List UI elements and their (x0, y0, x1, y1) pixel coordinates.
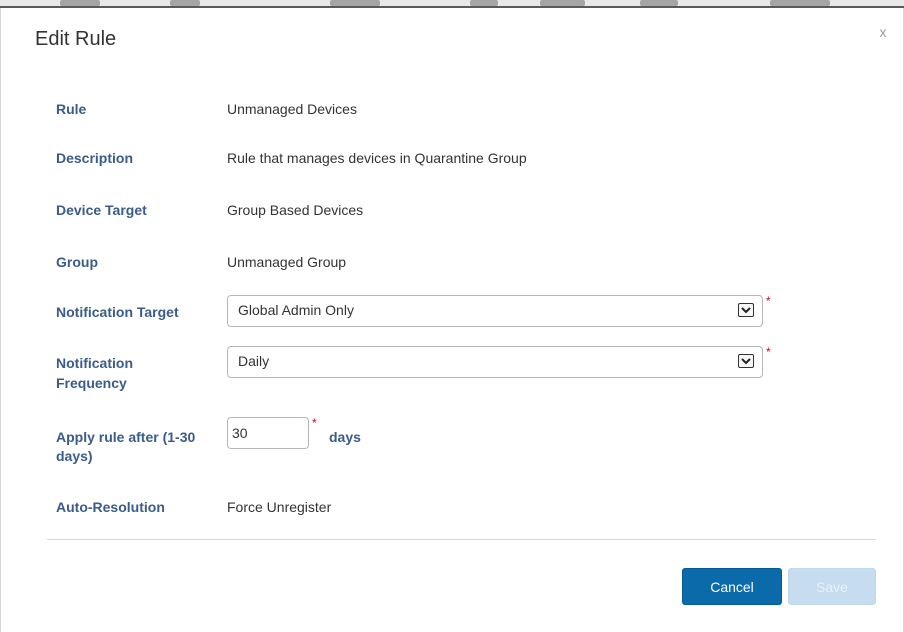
auto-resolution-label: Auto-Resolution (56, 499, 165, 515)
save-button[interactable]: Save (788, 568, 876, 605)
chevron-down-icon[interactable] (738, 303, 754, 317)
notification-target-selected: Global Admin Only (238, 302, 354, 318)
page: Edit Rule x Rule Unmanaged Devices Descr… (0, 0, 904, 632)
required-marker: * (766, 294, 771, 308)
group-label: Group (56, 254, 98, 270)
device-target-label: Device Target (56, 202, 147, 218)
footer-divider (47, 539, 876, 540)
description-value: Rule that manages devices in Quarantine … (227, 150, 527, 166)
dialog-title: Edit Rule (35, 28, 117, 50)
required-marker: * (766, 345, 771, 359)
group-value: Unmanaged Group (227, 254, 347, 270)
device-target-value: Group Based Devices (227, 202, 364, 218)
notification-frequency-label-line2: Frequency (56, 375, 127, 391)
notification-frequency-selected: Daily (238, 353, 270, 369)
rule-value: Unmanaged Devices (227, 101, 357, 117)
notification-target-select[interactable]: Global Admin Only (227, 295, 763, 327)
days-unit-label: days (329, 429, 361, 445)
chevron-down-icon[interactable] (738, 354, 754, 368)
edit-rule-dialog: Edit Rule x Rule Unmanaged Devices Descr… (0, 8, 904, 632)
auto-resolution-value: Force Unregister (227, 499, 332, 515)
apply-rule-after-label-line2: days) (56, 448, 93, 464)
description-label: Description (56, 150, 134, 166)
apply-rule-days-input[interactable] (227, 417, 309, 449)
close-icon[interactable]: x (876, 24, 890, 40)
rule-label: Rule (56, 101, 87, 117)
notification-target-label: Notification Target (56, 304, 179, 320)
notification-frequency-select[interactable]: Daily (227, 346, 763, 378)
background-page-strip (0, 0, 904, 8)
cancel-button[interactable]: Cancel (682, 568, 782, 605)
notification-frequency-label-line1: Notification (56, 355, 133, 371)
apply-rule-after-label-line1: Apply rule after (1-30 (56, 429, 196, 445)
required-marker: * (312, 416, 317, 430)
